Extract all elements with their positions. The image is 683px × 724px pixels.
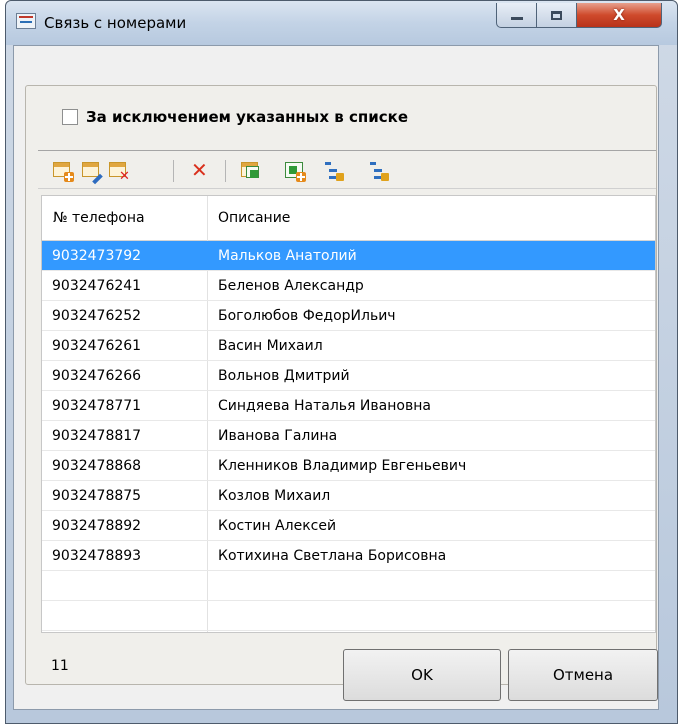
table-row[interactable]: 9032478817 Иванова Галина	[42, 421, 655, 451]
phone-cell: 9032478892	[52, 518, 142, 534]
title-bar[interactable]: Связь с номерами X	[6, 1, 677, 45]
red-x-badge-icon: ✕	[119, 169, 130, 184]
export-excel-button[interactable]	[240, 160, 262, 182]
phone-cell: 9032476252	[52, 308, 142, 324]
delete-button[interactable]: ✕	[191, 158, 213, 182]
phone-cell: 9032478893	[52, 548, 142, 564]
window-title: Связь с номерами	[44, 14, 187, 32]
arrow-badge-icon	[336, 173, 344, 181]
edit-icon	[82, 162, 99, 177]
table-row[interactable]: 9032478875 Козлов Михаил	[42, 481, 655, 511]
description-cell: Кленников Владимир Евгеньевич	[218, 458, 467, 474]
arrow-badge-icon	[381, 173, 389, 181]
separator	[38, 188, 656, 189]
description-cell: Боголюбов ФедорИльич	[218, 308, 396, 324]
phone-grid[interactable]: № телефона Описание 9032473792 Мальков Ан…	[41, 195, 656, 633]
table-row[interactable]: 9032478868 Кленников Владимир Евгеньевич	[42, 451, 655, 481]
delete-record-button[interactable]: ✕	[108, 160, 130, 184]
minimize-button[interactable]	[496, 3, 537, 28]
add-record-button[interactable]	[52, 160, 74, 182]
edit-record-button[interactable]	[81, 160, 103, 185]
toolbar-separator	[173, 160, 174, 182]
description-cell: Козлов Михаил	[218, 488, 331, 504]
phone-cell: 9032473792	[52, 248, 142, 264]
column-header-phone[interactable]: № телефона	[53, 196, 145, 240]
tree-expand-button[interactable]	[323, 160, 345, 182]
table-row[interactable]: 9032476241 Беленов Александр	[42, 271, 655, 301]
delete-icon: ✕	[191, 158, 208, 182]
grid-header: № телефона Описание	[42, 196, 655, 241]
ok-button[interactable]: OK	[343, 649, 501, 701]
phone-cell: 9032476261	[52, 338, 142, 354]
record-count: 11	[51, 658, 69, 674]
tree-expand-icon	[325, 162, 331, 165]
empty-row[interactable]	[42, 571, 655, 601]
phone-cell: 9032478868	[52, 458, 142, 474]
plus-badge-icon	[296, 172, 306, 182]
plus-badge-icon	[64, 172, 74, 182]
phone-cell: 9032478817	[52, 428, 142, 444]
import-excel-button[interactable]	[284, 160, 306, 182]
table-row[interactable]: 9032478892 Костин Алексей	[42, 511, 655, 541]
column-header-description[interactable]: Описание	[218, 196, 290, 240]
tree-collapse-icon	[370, 162, 376, 165]
tree-line	[374, 169, 382, 172]
description-cell: Котихина Светлана Борисовна	[218, 548, 447, 564]
table-row[interactable]: 9032476261 Васин Михаил	[42, 331, 655, 361]
separator	[38, 150, 656, 151]
app-icon	[16, 13, 36, 29]
table-row[interactable]: 9032473792 Мальков Анатолий	[42, 241, 655, 271]
close-icon: X	[613, 6, 625, 24]
maximize-button[interactable]	[537, 3, 577, 28]
description-cell: Иванова Галина	[218, 428, 338, 444]
table-row[interactable]: 9032476266 Вольнов Дмитрий	[42, 361, 655, 391]
excel-badge-icon	[246, 166, 259, 178]
phone-cell: 9032476241	[52, 278, 142, 294]
table-row[interactable]: 9032476252 Боголюбов ФедорИльич	[42, 301, 655, 331]
phone-cell: 9032478875	[52, 488, 142, 504]
maximize-icon	[551, 10, 562, 20]
description-cell: Синдяева Наталья Ивановна	[218, 398, 431, 414]
table-row[interactable]: 9032478771 Синдяева Наталья Ивановна	[42, 391, 655, 421]
minimize-icon	[510, 17, 523, 20]
cancel-button[interactable]: Отмена	[508, 649, 658, 701]
tree-collapse-button[interactable]	[368, 160, 390, 182]
description-cell: Костин Алексей	[218, 518, 337, 534]
close-button[interactable]: X	[577, 3, 662, 28]
exclude-checkbox[interactable]	[62, 109, 78, 125]
description-cell: Вольнов Дмитрий	[218, 368, 350, 384]
description-cell: Мальков Анатолий	[218, 248, 357, 264]
exclude-checkbox-label[interactable]: За исключением указанных в списке	[86, 108, 408, 126]
tree-line	[329, 169, 337, 172]
description-cell: Беленов Александр	[218, 278, 364, 294]
phone-cell: 9032478771	[52, 398, 142, 414]
empty-row[interactable]	[42, 601, 655, 631]
toolbar-separator	[225, 160, 226, 182]
phone-cell: 9032476266	[52, 368, 142, 384]
description-cell: Васин Михаил	[218, 338, 323, 354]
table-row[interactable]: 9032478893 Котихина Светлана Борисовна	[42, 541, 655, 571]
